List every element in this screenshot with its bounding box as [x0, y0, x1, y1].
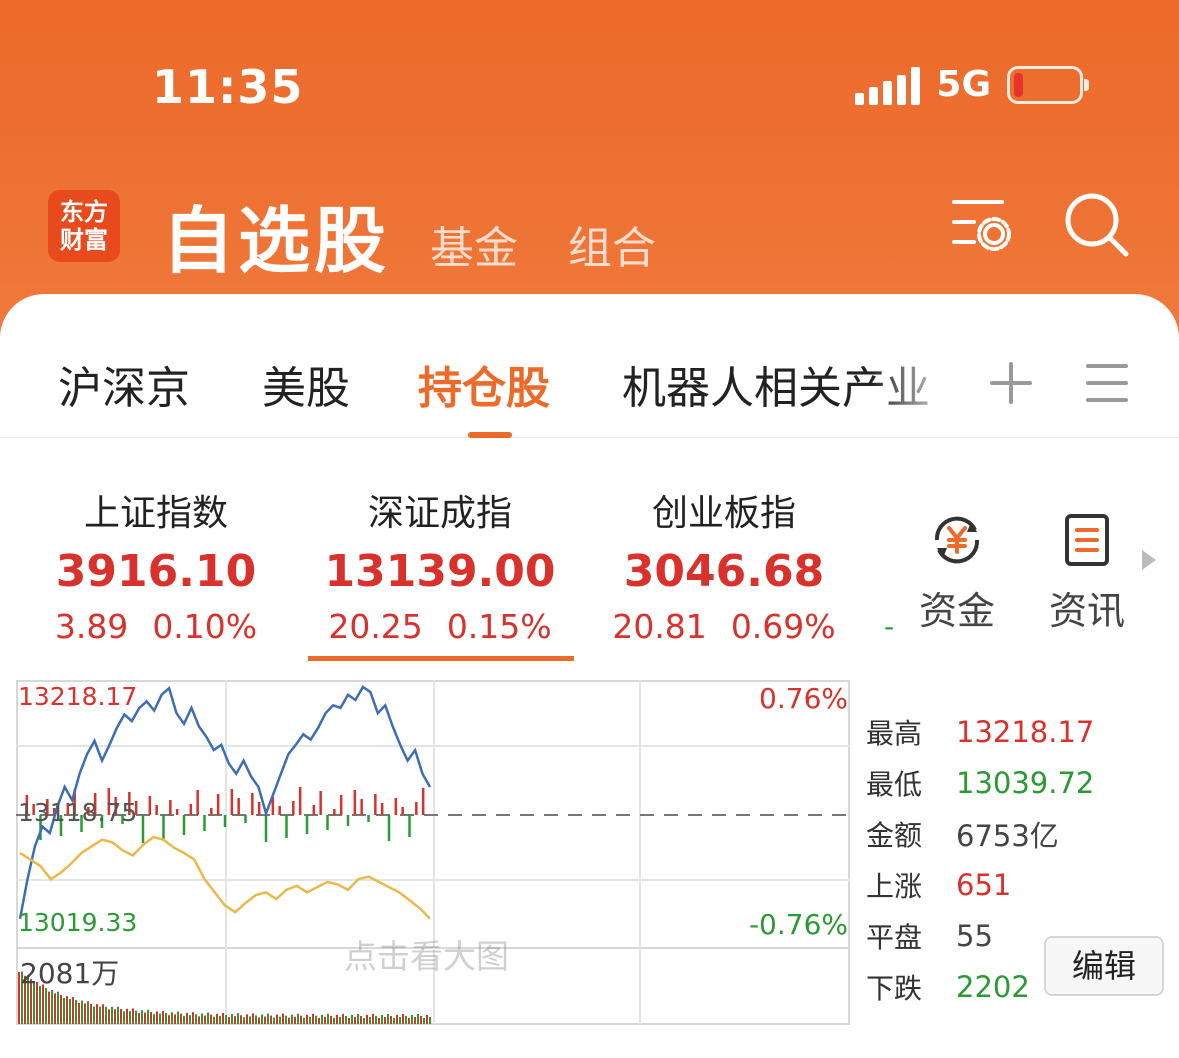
index-value: 13139.00 — [324, 546, 556, 597]
intraday-chart[interactable]: 13218.17 13118.75 13019.33 0.76% -0.76% … — [16, 680, 850, 1026]
battery-icon — [1007, 65, 1089, 104]
subtab-robot-industry[interactable]: 机器人相关产业 — [622, 352, 930, 416]
stat-row-low: 最低 13039.72 — [866, 757, 1179, 808]
index-change: 3.89 0.10% — [54, 607, 258, 646]
signal-icon — [855, 65, 921, 105]
status-indicators: 5G — [855, 64, 1089, 105]
stat-value: 55 — [956, 918, 993, 953]
chart-watermark: 点击看大图 — [344, 937, 509, 976]
network-label: 5G — [936, 64, 991, 105]
stat-label: 金额 — [866, 818, 923, 852]
stat-label: 平盘 — [866, 920, 923, 954]
index-change: 20.81 0.69% — [612, 607, 836, 646]
chart-pct-low: -0.76% — [748, 908, 848, 941]
news-button[interactable]: 资讯 — [1042, 510, 1132, 635]
chart-low-label: 13019.33 — [18, 908, 138, 937]
header-tab-fund[interactable]: 基金 — [430, 212, 518, 276]
stat-label: 最低 — [866, 767, 923, 801]
stat-row-high: 最高 13218.17 — [866, 706, 1179, 757]
menu-icon[interactable] — [1082, 358, 1132, 408]
index-card-shenzhen[interactable]: 深证成指 13139.00 20.25 0.15% — [300, 484, 580, 664]
index-name: 上证指数 — [83, 493, 228, 534]
content-panel: 沪深京 美股 持仓股 机器人相关产业 上证指数 3916.10 3.89 0.10… — [0, 294, 1179, 1058]
subtab-holdings[interactable]: 持仓股 — [418, 352, 550, 416]
fund-flow-button[interactable]: 资金 — [912, 510, 1002, 635]
sub-tab-bar: 沪深京 美股 持仓股 机器人相关产业 — [0, 294, 1179, 438]
app-header: 11:35 5G 东方 财富 自选股 基金 组合 — [0, 0, 1179, 340]
overflow-mark: - — [884, 610, 895, 643]
plus-icon[interactable] — [986, 358, 1036, 408]
yuan-flow-icon — [934, 516, 980, 564]
settings-list-icon[interactable] — [946, 190, 1016, 260]
index-name: 深证成指 — [367, 493, 512, 534]
page-title: 自选股 — [162, 199, 391, 283]
active-tab-indicator — [468, 432, 512, 438]
header-tab-portfolio[interactable]: 组合 — [568, 212, 656, 276]
tool-label: 资讯 — [1048, 589, 1125, 633]
stat-value: 2202 — [956, 969, 1030, 1004]
stat-value: 651 — [956, 867, 1012, 902]
stat-label: 下跌 — [866, 971, 923, 1005]
app-logo: 东方 财富 — [48, 190, 120, 262]
index-value: 3916.10 — [55, 546, 257, 597]
subtab-hushenjing[interactable]: 沪深京 — [58, 352, 190, 416]
tool-label: 资金 — [918, 589, 995, 633]
search-icon[interactable] — [1062, 190, 1132, 260]
news-doc-icon — [1065, 514, 1109, 566]
chevron-right-icon[interactable] — [1142, 550, 1156, 570]
stat-row-up: 上涨 651 — [866, 859, 1179, 910]
index-change: 20.25 0.15% — [328, 607, 552, 646]
selected-index-indicator — [308, 656, 574, 661]
chart-base-label: 13118.75 — [18, 798, 138, 827]
index-card-shanghai[interactable]: 上证指数 3916.10 3.89 0.10% — [16, 484, 296, 664]
chart-volume-label: 2081万 — [20, 957, 120, 990]
stat-label: 最高 — [866, 716, 923, 750]
chart-high-label: 13218.17 — [18, 682, 138, 711]
stat-value: 13218.17 — [956, 714, 1095, 749]
stat-value: 6753亿 — [956, 818, 1059, 853]
stat-value: 13039.72 — [956, 765, 1095, 800]
subtab-us-stocks[interactable]: 美股 — [262, 352, 350, 416]
index-card-chinext[interactable]: 创业板指 3046.68 20.81 0.69% — [584, 484, 864, 664]
edit-button[interactable]: 编辑 — [1044, 936, 1164, 996]
stat-label: 上涨 — [866, 869, 923, 903]
index-value: 3046.68 — [623, 546, 825, 597]
index-name: 创业板指 — [651, 493, 796, 534]
chart-pct-high: 0.76% — [759, 682, 848, 715]
status-time: 11:35 — [152, 60, 304, 114]
stat-row-amount: 金额 6753亿 — [866, 808, 1179, 859]
